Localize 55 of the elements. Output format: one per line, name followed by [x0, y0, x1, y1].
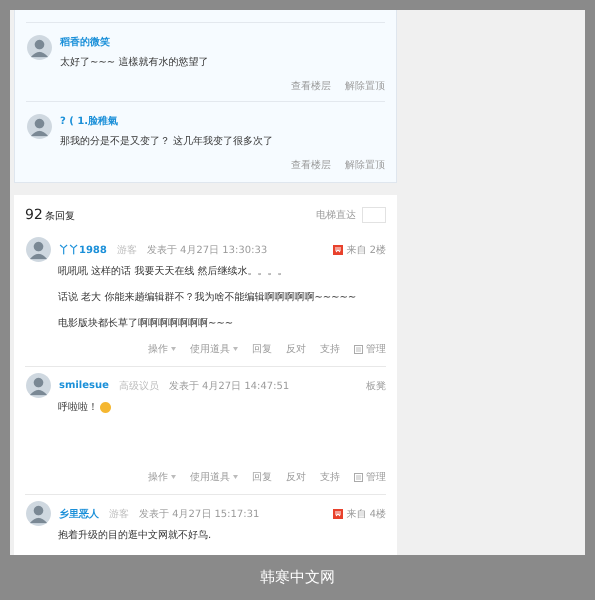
author-link[interactable]: 乡里恶人 [59, 506, 99, 520]
post-time: 发表于 4月27日 13:30:33 [146, 244, 268, 256]
floor-label: 来自 4楼 [346, 508, 386, 520]
quote-icon [333, 508, 344, 518]
site-caption: 韩寒中文网 [260, 568, 335, 587]
checkbox-icon [354, 344, 363, 354]
post-text: 吼吼吼 这样的话 我要天天在线 然后继续水。。。。 [58, 264, 288, 278]
author-link[interactable]: 稻香的微笑 [60, 35, 208, 49]
user-role: 游客 [116, 244, 137, 256]
action-link[interactable]: 反对 [286, 470, 306, 484]
action-link[interactable]: 解除置顶 [345, 158, 385, 172]
reply-count-label: 条回复 [44, 210, 75, 223]
reply-count: 92 [25, 207, 43, 223]
action-link[interactable]: 支持 [320, 470, 340, 484]
action-link[interactable]: 查看楼层 [291, 158, 331, 172]
action-link[interactable]: 查看楼层 [291, 79, 331, 93]
post-text: 电影版块都长草了啊啊啊啊啊啊啊~~~ [58, 316, 234, 330]
checkbox-icon [354, 472, 363, 482]
caret-icon [171, 347, 176, 351]
menu-link[interactable]: 操作 [148, 342, 176, 356]
post-time: 发表于 4月27日 15:17:31 [139, 508, 260, 520]
avatar [26, 237, 51, 262]
post-text: 话说 老大 你能来趟编辑群不？我为啥不能编辑啊啊啊啊啊~~~~~ [58, 290, 356, 304]
floor-label: 板凳 [366, 380, 386, 392]
avatar [27, 35, 52, 60]
caret-icon [171, 475, 176, 479]
post-text: 呼啦啦！ [58, 400, 98, 414]
action-link[interactable]: 回复 [252, 470, 272, 484]
caret-icon [233, 475, 238, 479]
avatar [26, 373, 51, 398]
action-link[interactable]: 反对 [286, 342, 306, 356]
action-link[interactable]: 管理 [354, 342, 386, 356]
avatar [27, 114, 52, 139]
menu-link[interactable]: 使用道具 [190, 342, 238, 356]
action-link[interactable]: 管理 [354, 470, 386, 484]
author-link[interactable]: ? ( 1.脸稚氣 [60, 114, 274, 128]
avatar [26, 501, 51, 526]
floor-label: 来自 2楼 [346, 244, 386, 256]
jump-label: 电梯直达 [316, 208, 356, 222]
post-text: 抱着升级的目的逛中文网就不好鸟. [58, 528, 212, 542]
quote-icon [333, 244, 344, 254]
author-link[interactable]: 丫丫1988 [59, 242, 107, 256]
user-role: 游客 [109, 508, 129, 520]
post-time: 发表于 4月27日 14:47:51 [168, 380, 290, 392]
action-link[interactable]: 支持 [320, 342, 340, 356]
author-link[interactable]: smilesue [59, 380, 109, 391]
action-link[interactable]: 解除置顶 [345, 79, 385, 93]
reply-text: 太好了~~~ 這樣就有水的慾望了 [60, 56, 208, 69]
caret-icon [233, 347, 238, 351]
menu-link[interactable]: 使用道具 [190, 470, 238, 484]
floor-input-field[interactable] [362, 207, 386, 223]
user-role: 高级议员 [118, 380, 159, 392]
reply-text: 那我的分是不是又变了？ 这几年我变了很多次了 [60, 134, 274, 148]
action-link[interactable]: 回复 [252, 342, 272, 356]
menu-link[interactable]: 操作 [148, 470, 176, 484]
